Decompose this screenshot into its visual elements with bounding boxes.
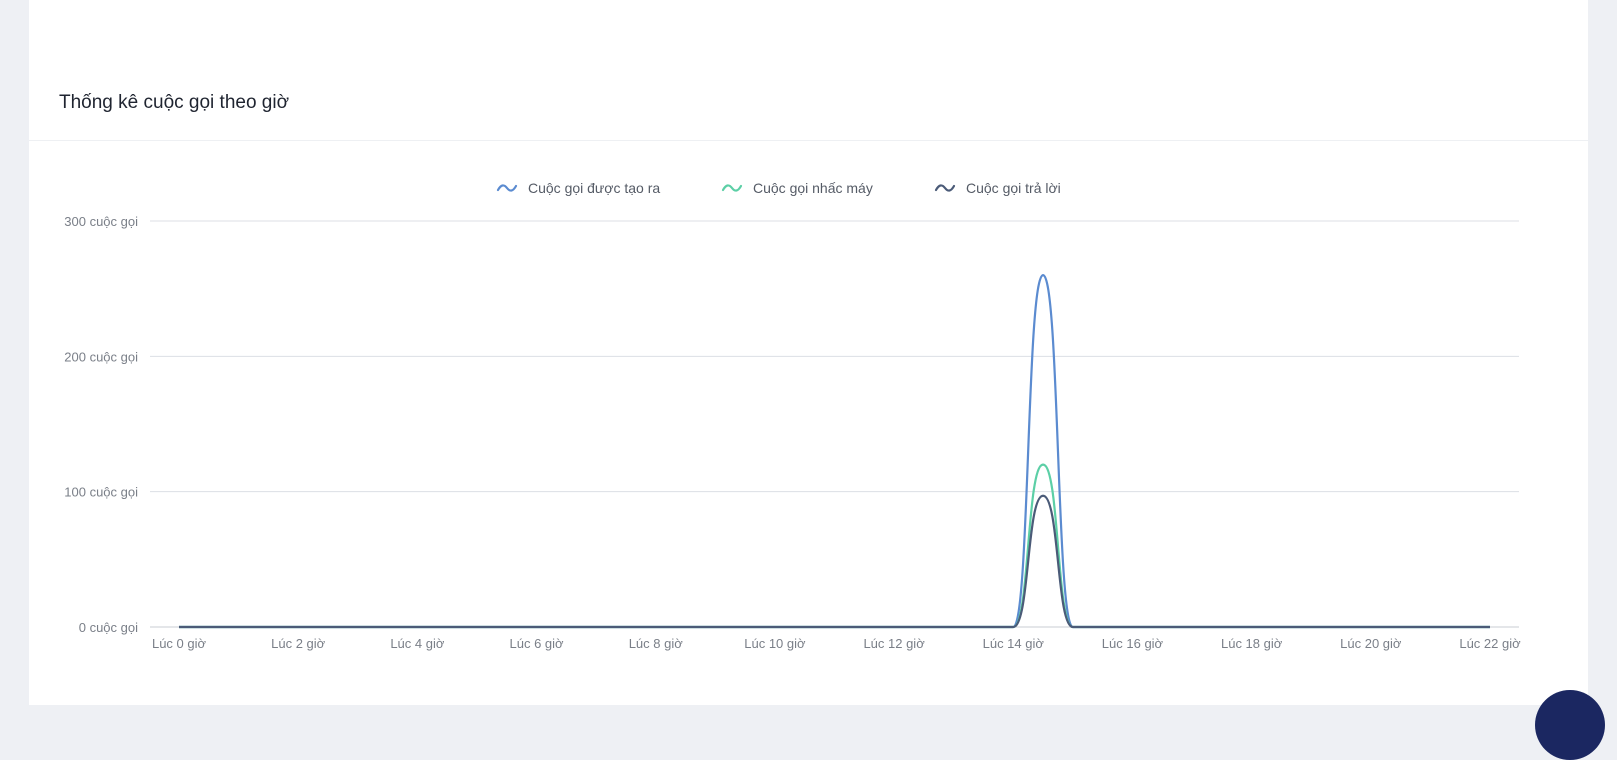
- y-tick-label: 0 cuộc gọi: [79, 620, 138, 635]
- x-tick-label: Lúc 8 giờ: [629, 636, 684, 651]
- series-line-answered: [179, 494, 1490, 629]
- x-tick-label: Lúc 22 giờ: [1459, 636, 1521, 651]
- x-tick-label: Lúc 2 giờ: [271, 636, 326, 651]
- series-line-created: [179, 274, 1490, 629]
- x-tick-label: Lúc 0 giờ: [152, 636, 207, 651]
- x-tick-label: Lúc 14 giờ: [983, 636, 1045, 651]
- x-tick-label: Lúc 20 giờ: [1340, 636, 1402, 651]
- y-tick-label: 300 cuộc gọi: [64, 214, 138, 229]
- line-chart: 0 cuộc gọi 100 cuộc gọi 200 cuộc gọi 300 cu…: [64, 214, 1521, 651]
- y-tick-label: 200 cuộc gọi: [64, 349, 138, 364]
- y-tick-label: 100 cuộc gọi: [64, 485, 138, 500]
- x-tick-label: Lúc 18 giờ: [1221, 636, 1283, 651]
- x-tick-label: Lúc 4 giờ: [390, 636, 445, 651]
- x-tick-label: Lúc 6 giờ: [510, 636, 565, 651]
- chat-fab-button[interactable]: [1535, 690, 1605, 760]
- x-tick-label: Lúc 12 giờ: [863, 636, 925, 651]
- x-tick-label: Lúc 16 giờ: [1102, 636, 1164, 651]
- chart-card: Thống kê cuộc gọi theo giờ Cuộc gọi được…: [29, 0, 1588, 705]
- x-tick-label: Lúc 10 giờ: [744, 636, 806, 651]
- series-line-picked: [179, 463, 1490, 629]
